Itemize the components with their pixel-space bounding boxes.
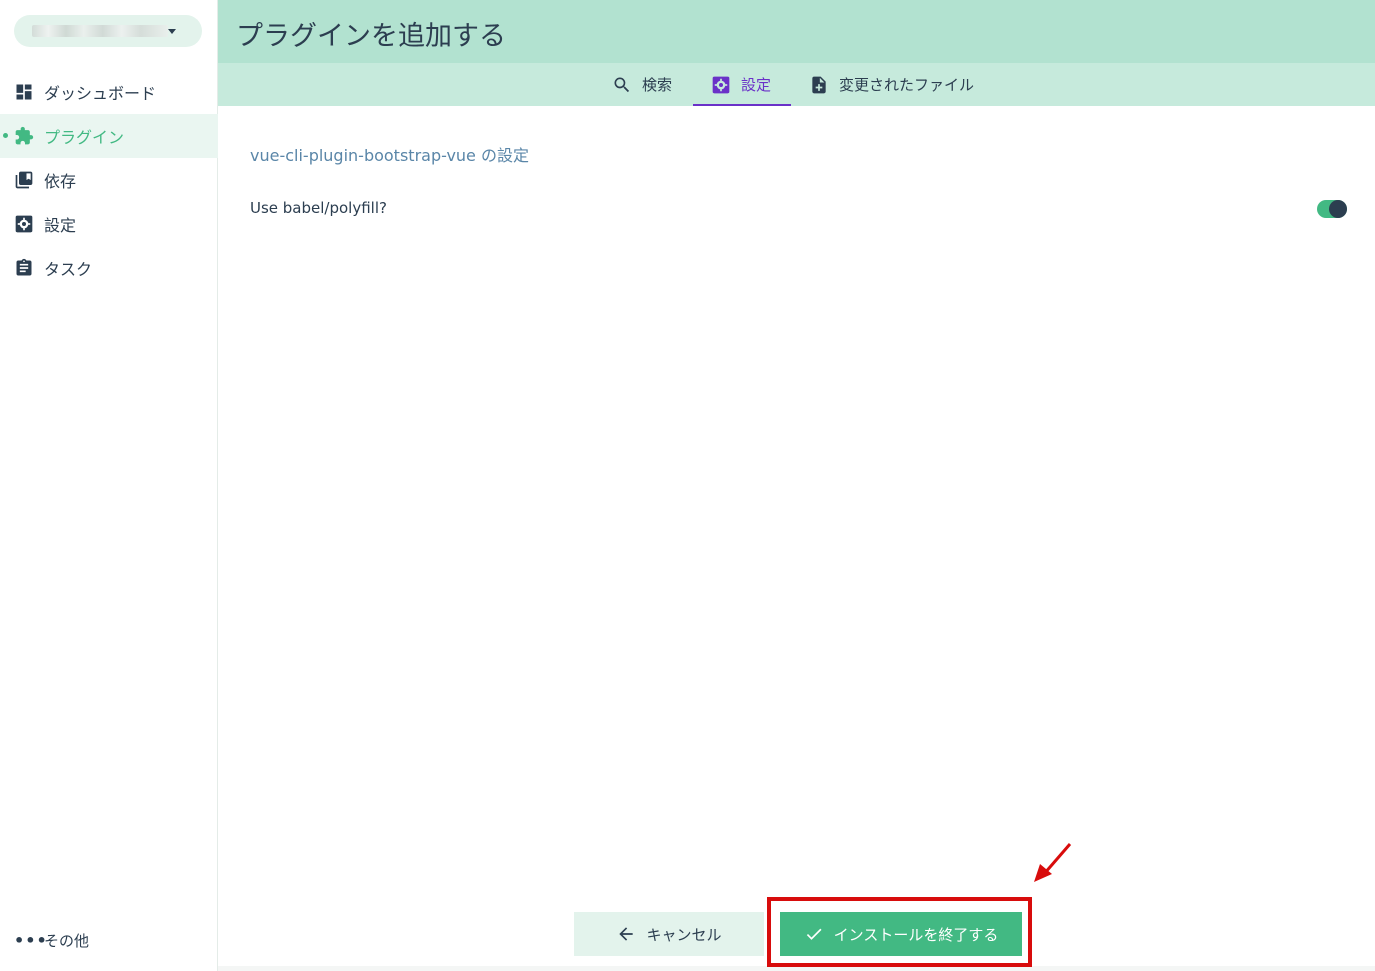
more-label: その他 (44, 932, 90, 950)
tab-label: 設定 (741, 76, 772, 94)
tab-label: 検索 (642, 76, 673, 94)
toggle-knob (1329, 200, 1347, 218)
tab-search[interactable]: 検索 (594, 63, 690, 106)
tab-modified-files[interactable]: 変更されたファイル (791, 63, 992, 106)
annotation-arrow-icon (1034, 843, 1072, 882)
sidebar-item-label: プラグイン (44, 128, 125, 147)
config-section-title: vue-cli-plugin-bootstrap-vue の設定 (250, 146, 529, 165)
tab-label: 変更されたファイル (839, 76, 975, 94)
cancel-button-label: キャンセル (646, 925, 722, 944)
dashboard-icon (14, 82, 34, 102)
page-header: プラグインを追加する (218, 0, 1375, 63)
sidebar-item-dashboard[interactable]: ダッシュボード (0, 70, 218, 114)
arrow-left-icon (616, 924, 636, 944)
settings-icon (711, 75, 731, 95)
tab-settings[interactable]: 設定 (693, 63, 791, 106)
babel-polyfill-toggle[interactable] (1317, 200, 1347, 218)
more-menu[interactable]: ••• その他 (14, 930, 89, 951)
page-title: プラグインを追加する (236, 21, 506, 52)
sidebar-nav: ダッシュボード プラグイン 依存 設定 タスク (0, 70, 218, 290)
file-add-icon (809, 75, 829, 95)
sidebar-item-plugins[interactable]: プラグイン (0, 114, 218, 158)
clipboard-icon (14, 258, 34, 278)
sidebar-item-label: 設定 (44, 216, 77, 235)
sidebar: ダッシュボード プラグイン 依存 設定 タスク ••• その他 (0, 0, 218, 971)
sidebar-item-settings[interactable]: 設定 (0, 202, 218, 246)
caret-down-icon (168, 29, 176, 34)
more-horizontal-icon: ••• (14, 930, 48, 950)
sidebar-item-label: ダッシュボード (44, 84, 157, 103)
sidebar-item-tasks[interactable]: タスク (0, 246, 218, 290)
active-indicator (3, 133, 8, 138)
cancel-button[interactable]: キャンセル (574, 912, 764, 956)
prompt-label: Use babel/polyfill? (250, 199, 387, 217)
sidebar-item-label: タスク (44, 260, 93, 279)
project-selector[interactable] (14, 15, 202, 47)
search-icon (612, 75, 632, 95)
sidebar-item-label: 依存 (44, 172, 77, 191)
library-icon (14, 170, 34, 190)
tab-bar: 検索 設定 変更されたファイル (218, 63, 1375, 106)
annotation-highlight-box (767, 897, 1032, 967)
sidebar-item-dependencies[interactable]: 依存 (0, 158, 218, 202)
project-name-redacted (32, 25, 168, 37)
puzzle-icon (14, 126, 34, 146)
settings-icon (14, 214, 34, 234)
